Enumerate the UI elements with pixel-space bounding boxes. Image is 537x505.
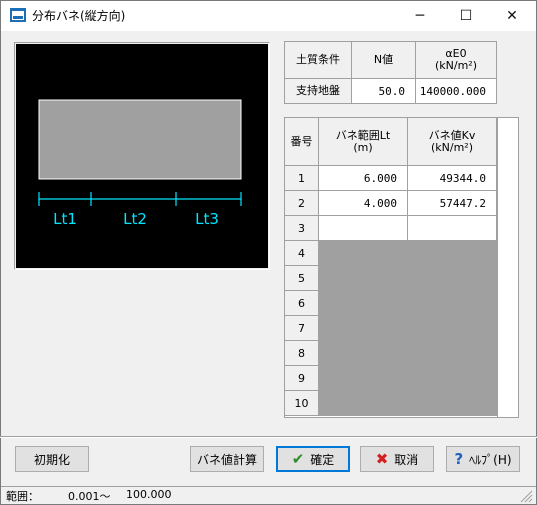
row-number-cell: 4 — [285, 241, 319, 266]
label-lt1: Lt1 — [53, 210, 77, 228]
spring-value-cell — [408, 241, 497, 266]
n-value-cell[interactable]: 50.0 — [352, 79, 416, 104]
spring-range-cell — [319, 391, 408, 416]
check-icon: ✔ — [291, 450, 305, 468]
spring-diagram: Lt1 Lt2 Lt3 — [38, 99, 242, 228]
row-number-cell: 3 — [285, 216, 319, 241]
soil-condition-table: 土質条件 N値 αE0 (kN/m²) 支持地盤 50.0 140000.000 — [284, 41, 497, 104]
spring-range-cell — [319, 241, 408, 266]
header-alpha-e0: αE0 (kN/m²) — [416, 42, 497, 79]
header-spring-range: バネ範囲Lt (m) — [319, 118, 408, 166]
alpha-e0-cell[interactable]: 140000.000 — [416, 79, 497, 104]
window-title: 分布バネ(縦方向) — [32, 9, 126, 23]
spring-value-cell — [408, 391, 497, 416]
row-number-cell: 1 — [285, 166, 319, 191]
header-number: 番号 — [285, 118, 319, 166]
spring-range-cell — [319, 291, 408, 316]
label-lt2: Lt2 — [123, 210, 147, 228]
spring-range-cell[interactable]: 4.000 — [319, 191, 408, 216]
confirm-button[interactable]: ✔ 確定 — [276, 446, 350, 472]
spring-value-cell — [408, 366, 497, 391]
cross-icon: ✖ — [375, 450, 389, 468]
help-button[interactable]: ? ﾍﾙﾌﾟ(H) — [446, 446, 520, 472]
spring-value-cell — [408, 341, 497, 366]
spring-value-table: 番号 バネ範囲Lt (m) バネ値Kv (kN/m²) 1 6.000 49344.… — [284, 117, 519, 418]
header-spring-value: バネ値Kv (kN/m²) — [408, 118, 497, 166]
cancel-label: 取消 — [394, 452, 419, 467]
spring-range-cell — [319, 316, 408, 341]
calculate-spring-button[interactable]: バネ値計算 — [190, 446, 264, 472]
spring-value-cell — [408, 266, 497, 291]
question-icon: ? — [454, 450, 464, 468]
row-number-cell: 9 — [285, 366, 319, 391]
table-scroll-gutter[interactable] — [497, 118, 518, 417]
row-number-cell: 10 — [285, 391, 319, 416]
resize-grip-icon[interactable] — [518, 488, 534, 503]
row-number-cell: 6 — [285, 291, 319, 316]
header-n-value: N値 — [352, 42, 416, 79]
foundation-rect — [38, 99, 242, 180]
help-label: ﾍﾙﾌﾟ(H) — [469, 452, 512, 467]
confirm-label: 確定 — [310, 452, 335, 467]
app-icon — [10, 8, 26, 22]
row-number-cell: 7 — [285, 316, 319, 341]
spring-value-cell — [408, 316, 497, 341]
spring-range-cell[interactable] — [319, 216, 408, 241]
status-range-label: 範囲： — [6, 490, 39, 503]
calculate-label: バネ値計算 — [196, 452, 257, 467]
initialize-button[interactable]: 初期化 — [15, 446, 89, 472]
row-label-support-ground: 支持地盤 — [285, 79, 352, 104]
dimension-line — [38, 192, 242, 206]
label-lt3: Lt3 — [195, 210, 219, 228]
spring-range-cell — [319, 341, 408, 366]
spring-range-cell — [319, 266, 408, 291]
spring-range-cell — [319, 366, 408, 391]
spring-value-cell[interactable]: 49344.0 — [408, 166, 497, 191]
minimize-button[interactable]: ─ — [397, 1, 443, 30]
close-button[interactable]: ✕ — [489, 1, 535, 30]
row-number-cell: 5 — [285, 266, 319, 291]
spring-preview-canvas: Lt1 Lt2 Lt3 — [16, 44, 268, 268]
row-number-cell: 8 — [285, 341, 319, 366]
spring-value-cell[interactable]: 57447.2 — [408, 191, 497, 216]
separator — [0, 436, 537, 438]
spring-value-cell[interactable] — [408, 216, 497, 241]
initialize-label: 初期化 — [33, 452, 70, 467]
status-range-max: 100.000 — [126, 488, 172, 501]
maximize-button[interactable]: ☐ — [443, 1, 489, 30]
status-range-min: 0.001～ — [68, 490, 111, 503]
cancel-button[interactable]: ✖ 取消 — [360, 446, 434, 472]
spring-value-cell — [408, 291, 497, 316]
spring-range-cell[interactable]: 6.000 — [319, 166, 408, 191]
header-soil-condition: 土質条件 — [285, 42, 352, 79]
row-number-cell: 2 — [285, 191, 319, 216]
